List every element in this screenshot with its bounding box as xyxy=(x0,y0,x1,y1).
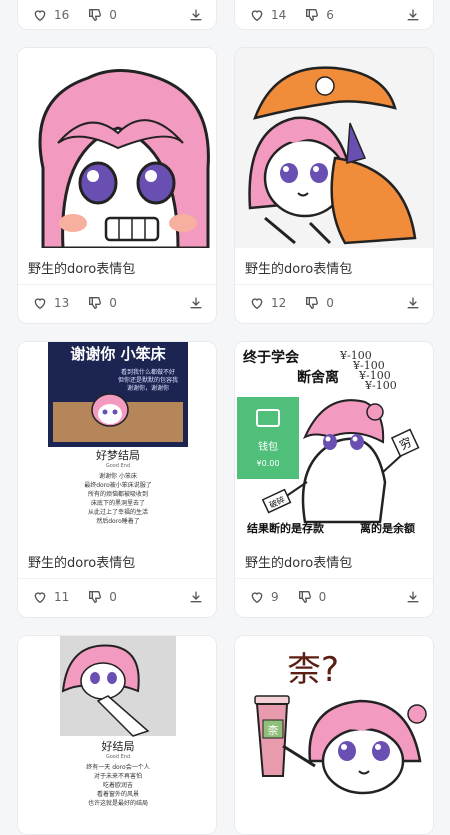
dislike-stat[interactable]: 6 xyxy=(304,7,334,23)
dislike-stat[interactable]: 0 xyxy=(87,295,117,311)
card4-wallet-amount: ¥0.00 xyxy=(257,459,280,468)
like-count: 11 xyxy=(54,590,70,604)
like-stat[interactable]: 11 xyxy=(32,589,69,605)
sticker-image[interactable]: 好结局 Good End 终有一天 doro会一个人 对于未来不再害怕 吃着欧润… xyxy=(18,636,216,834)
card5-subtitle: 好结局 xyxy=(102,739,135,753)
sticker-card-3[interactable]: 谢谢你 小笨床 看到我什么都做不好 但你还是默默的包容我 谢谢你，谢谢你 好梦结… xyxy=(17,341,217,618)
dislike-stat[interactable]: 0 xyxy=(297,589,327,605)
download-button[interactable] xyxy=(188,295,204,311)
download-icon xyxy=(188,589,204,605)
download-button[interactable] xyxy=(188,589,204,605)
sticker-image[interactable] xyxy=(235,48,433,248)
card3-body-4: 床底下的黑洞里去了 xyxy=(91,499,145,507)
dislike-count: 0 xyxy=(109,590,117,604)
card3-headline: 谢谢你 小笨床 xyxy=(70,345,166,363)
card3-body-5: 从此过上了幸福的生活 xyxy=(88,508,148,516)
thumbs-down-icon xyxy=(304,295,320,311)
card6-cup-label: 柰 xyxy=(268,723,279,737)
download-button[interactable] xyxy=(188,7,204,23)
dislike-count: 0 xyxy=(109,7,117,22)
thumbs-down-icon xyxy=(304,7,320,23)
dislike-stat[interactable]: 0 xyxy=(87,589,117,605)
card-stats: 11 0 xyxy=(18,579,216,615)
dislike-count: 0 xyxy=(326,296,334,310)
card3-subtitle-small: Good End xyxy=(106,463,130,469)
download-icon xyxy=(405,7,421,23)
dislike-stat[interactable]: 0 xyxy=(304,295,334,311)
card3-subtitle: 好梦结局 xyxy=(96,448,140,462)
card3-body-6: 然后doro睡着了 xyxy=(96,517,140,525)
download-icon xyxy=(405,295,421,311)
sticker-card-5[interactable]: 好结局 Good End 终有一天 doro会一个人 对于未来不再害怕 吃着欧润… xyxy=(17,635,217,835)
card-title: 野生的doro表情包 xyxy=(245,556,353,571)
sticker-image[interactable]: 柰? 柰 xyxy=(235,636,433,834)
download-icon xyxy=(188,7,204,23)
sticker-card-4[interactable]: 终于学会 断舍离 ¥-100 ¥-100 ¥-100 ¥-100 钱包 ¥0.0… xyxy=(234,341,434,618)
thumbs-down-icon xyxy=(87,589,103,605)
thumbs-down-icon xyxy=(87,7,103,23)
like-count: 16 xyxy=(54,7,70,22)
card-title: 野生的doro表情包 xyxy=(28,556,136,571)
like-stat[interactable]: 16 xyxy=(32,7,69,23)
download-button[interactable] xyxy=(405,7,421,23)
card5-body-4: 看着窗外的风景 xyxy=(97,790,139,798)
heart-icon xyxy=(32,589,48,605)
card-title: 野生的doro表情包 xyxy=(245,262,353,277)
card4-bottom-right: 离的是余额 xyxy=(360,521,415,535)
card-stats: 13 0 xyxy=(18,285,216,321)
card5-subtitle-small: Good End xyxy=(106,754,130,760)
sticker-card-1[interactable]: 野生的doro表情包 13 0 xyxy=(17,47,217,324)
card3-small-2: 但你还是默默的包容我 xyxy=(118,376,178,384)
like-count: 9 xyxy=(271,590,279,604)
card4-wallet-label: 钱包 xyxy=(258,440,278,453)
like-count: 12 xyxy=(271,296,287,310)
like-stat[interactable]: 12 xyxy=(249,295,286,311)
card6-glyph: 柰? xyxy=(287,650,339,690)
card4-money-4: ¥-100 xyxy=(364,379,397,392)
dislike-stat[interactable]: 0 xyxy=(87,7,117,23)
download-icon xyxy=(405,589,421,605)
download-button[interactable] xyxy=(405,295,421,311)
thumbs-down-icon xyxy=(87,295,103,311)
card4-top1: 终于学会 xyxy=(243,349,300,366)
download-icon xyxy=(188,295,204,311)
sticker-image[interactable] xyxy=(18,48,216,248)
top-card-stats-1: 16 0 xyxy=(17,0,217,30)
like-count: 14 xyxy=(271,7,287,22)
card3-small-1: 看到我什么都做不好 xyxy=(121,368,175,376)
like-stat[interactable]: 13 xyxy=(32,295,69,311)
heart-icon xyxy=(249,7,265,23)
card-stats: 12 0 xyxy=(235,285,433,321)
like-stat[interactable]: 14 xyxy=(249,7,286,23)
card3-body-1: 谢谢你 小笨床 xyxy=(99,472,137,480)
card5-body-3: 吃着欧润吉 xyxy=(103,781,133,789)
top-card-stats-2: 14 6 xyxy=(234,0,434,30)
card4-bottom-left: 结果断的是存款 xyxy=(246,521,325,535)
card-stats: 9 0 xyxy=(235,579,433,615)
heart-icon xyxy=(32,7,48,23)
card3-body-2: 最终doro被小笨床说服了 xyxy=(84,481,152,489)
dislike-count: 0 xyxy=(109,296,117,310)
heart-icon xyxy=(249,589,265,605)
like-stat[interactable]: 9 xyxy=(249,589,279,605)
sticker-image[interactable]: 谢谢你 小笨床 看到我什么都做不好 但你还是默默的包容我 谢谢你，谢谢你 好梦结… xyxy=(18,342,216,542)
card5-body-2: 对于未来不再害怕 xyxy=(94,772,142,780)
heart-icon xyxy=(32,295,48,311)
dislike-count: 6 xyxy=(326,7,334,22)
card5-body-5: 也许这就是最好的结局 xyxy=(88,799,148,807)
like-count: 13 xyxy=(54,296,70,310)
card4-top2: 断舍离 xyxy=(297,369,339,386)
sticker-card-2[interactable]: 野生的doro表情包 12 0 xyxy=(234,47,434,324)
heart-icon xyxy=(249,295,265,311)
card5-body-1: 终有一天 doro会一个人 xyxy=(86,763,149,771)
card3-small-3: 谢谢你，谢谢你 xyxy=(127,384,169,392)
sticker-card-6[interactable]: 柰? 柰 xyxy=(234,635,434,835)
dislike-count: 0 xyxy=(318,590,327,604)
thumbs-down-icon xyxy=(297,589,313,605)
card-title: 野生的doro表情包 xyxy=(28,262,136,277)
download-button[interactable] xyxy=(405,589,421,605)
sticker-image[interactable]: 终于学会 断舍离 ¥-100 ¥-100 ¥-100 ¥-100 钱包 ¥0.0… xyxy=(235,342,433,542)
card3-body-3: 所有的烦恼都被吸收到 xyxy=(88,490,148,498)
